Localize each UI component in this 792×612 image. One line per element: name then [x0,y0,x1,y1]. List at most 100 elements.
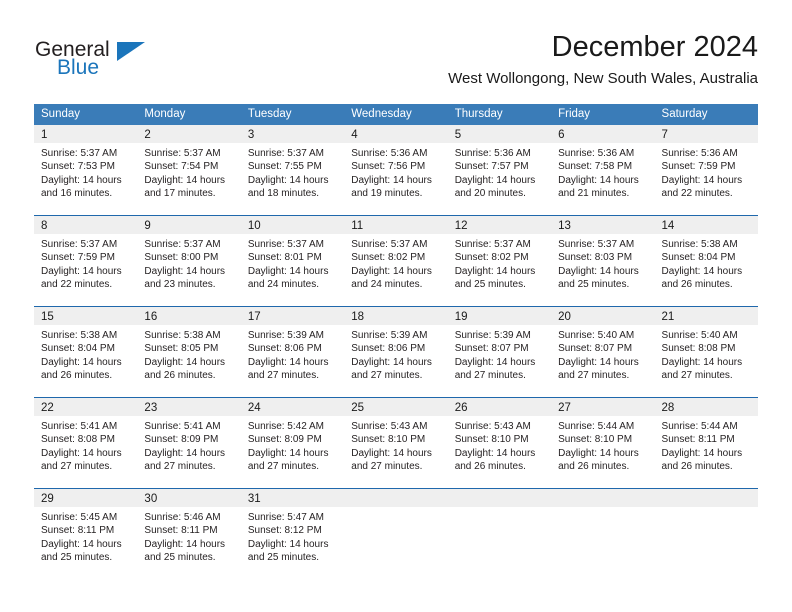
day-cell[interactable]: 7 Sunrise: 5:36 AM Sunset: 7:59 PM Dayli… [654,125,758,215]
sunrise-text: Sunrise: 5:38 AM [144,330,221,341]
sunrise-text: Sunrise: 5:44 AM [661,421,738,432]
day-number: 15 [41,311,54,323]
daylight-text2: and 27 minutes. [144,461,216,473]
day-number: 4 [351,129,358,141]
daylight-text: Daylight: 14 hours [558,447,639,459]
day-number: 21 [661,311,675,323]
day-details: Sunrise: 5:41 AM Sunset: 8:09 PM Dayligh… [137,416,240,474]
sunrise-text: Sunrise: 5:40 AM [661,330,738,341]
sunrise-text: Sunrise: 5:39 AM [454,330,531,341]
day-number: 8 [41,220,48,232]
daylight-text2: and 26 minutes. [558,461,630,473]
daylight-text: Daylight: 14 hours [351,174,432,186]
daylight-text2: and 25 minutes. [558,279,630,291]
day-number-band: 25 [344,398,448,416]
sunset-text: Sunset: 8:07 PM [558,343,633,355]
day-number: 31 [247,493,261,505]
daylight-text: Daylight: 14 hours [558,174,639,186]
calendar-page: General Blue December 2024 West Wollongo… [0,0,792,612]
day-cell[interactable]: 1 Sunrise: 5:37 AM Sunset: 7:53 PM Dayli… [34,125,138,215]
day-cell[interactable]: 12 Sunrise: 5:37 AM Sunset: 8:02 PM Dayl… [447,216,552,306]
day-cell[interactable]: 31 Sunrise: 5:47 AM Sunset: 8:12 PM Dayl… [240,489,345,579]
weekday-header-sunday: Sunday [41,108,81,120]
day-number: 17 [247,311,261,323]
day-cell[interactable]: 2 Sunrise: 5:37 AM Sunset: 7:54 PM Dayli… [137,125,241,215]
day-details: Sunrise: 5:44 AM Sunset: 8:11 PM Dayligh… [655,416,758,474]
sunrise-text: Sunrise: 5:37 AM [454,239,531,250]
sunset-text: Sunset: 8:05 PM [144,343,219,355]
day-number: 28 [661,402,675,414]
daylight-text2: and 25 minutes. [247,552,320,564]
day-details: Sunrise: 5:37 AM Sunset: 8:00 PM Dayligh… [137,234,240,292]
day-details: Sunrise: 5:37 AM Sunset: 8:01 PM Dayligh… [241,234,344,292]
weekday-header-monday: Monday [144,108,186,120]
daylight-text2: and 26 minutes. [661,461,733,473]
day-cell[interactable]: 18 Sunrise: 5:39 AM Sunset: 8:06 PM Dayl… [344,307,448,397]
day-cell[interactable]: 17 Sunrise: 5:39 AM Sunset: 8:06 PM Dayl… [240,307,345,397]
day-cell[interactable]: 20 Sunrise: 5:40 AM Sunset: 8:07 PM Dayl… [551,307,655,397]
day-cell[interactable]: 22 Sunrise: 5:41 AM Sunset: 8:08 PM Dayl… [34,398,138,488]
day-cell[interactable]: 10 Sunrise: 5:37 AM Sunset: 8:01 PM Dayl… [240,216,345,306]
day-cell[interactable]: 25 Sunrise: 5:43 AM Sunset: 8:10 PM Dayl… [344,398,448,488]
daylight-text: Daylight: 14 hours [41,538,122,550]
day-number: 5 [454,129,462,141]
sunrise-text: Sunrise: 5:37 AM [558,239,635,250]
day-details: Sunrise: 5:37 AM Sunset: 7:59 PM Dayligh… [34,234,137,292]
day-cell[interactable]: 24 Sunrise: 5:42 AM Sunset: 8:09 PM Dayl… [240,398,345,488]
day-number-band: 29 [34,489,138,507]
daylight-text: Daylight: 14 hours [144,538,226,550]
day-cell[interactable]: 14 Sunrise: 5:38 AM Sunset: 8:04 PM Dayl… [654,216,758,306]
day-cell[interactable]: 15 Sunrise: 5:38 AM Sunset: 8:04 PM Dayl… [34,307,138,397]
day-cell[interactable]: 28 Sunrise: 5:44 AM Sunset: 8:11 PM Dayl… [654,398,758,488]
sunset-text: Sunset: 8:10 PM [454,434,529,446]
day-details: Sunrise: 5:37 AM Sunset: 7:55 PM Dayligh… [241,143,344,201]
day-cell[interactable]: 11 Sunrise: 5:37 AM Sunset: 8:02 PM Dayl… [344,216,448,306]
daylight-text: Daylight: 14 hours [247,538,329,550]
day-number: 26 [454,402,468,414]
daylight-text2: and 18 minutes. [247,188,320,200]
daylight-text2: and 27 minutes. [661,370,733,382]
day-number-band: 10 [240,216,345,234]
day-cell[interactable]: 6 Sunrise: 5:36 AM Sunset: 7:58 PM Dayli… [551,125,655,215]
day-number: 11 [351,220,364,232]
daylight-text: Daylight: 14 hours [247,265,329,277]
weekday-header-friday: Friday [558,108,591,120]
sunset-text: Sunset: 8:06 PM [247,343,322,355]
day-details: Sunrise: 5:40 AM Sunset: 8:08 PM Dayligh… [655,325,758,383]
day-details: Sunrise: 5:36 AM Sunset: 7:57 PM Dayligh… [448,143,551,201]
day-number-band: 3 [240,125,345,143]
day-cell[interactable]: 16 Sunrise: 5:38 AM Sunset: 8:05 PM Dayl… [137,307,241,397]
day-cell[interactable]: 4 Sunrise: 5:36 AM Sunset: 7:56 PM Dayli… [344,125,448,215]
day-cell[interactable]: 21 Sunrise: 5:40 AM Sunset: 8:08 PM Dayl… [654,307,758,397]
day-details: Sunrise: 5:42 AM Sunset: 8:09 PM Dayligh… [241,416,344,474]
day-cell[interactable]: 13 Sunrise: 5:37 AM Sunset: 8:03 PM Dayl… [551,216,655,306]
sunset-text: Sunset: 8:09 PM [247,434,322,446]
day-number-band: 20 [551,307,655,325]
day-cell[interactable]: 29 Sunrise: 5:45 AM Sunset: 8:11 PM Dayl… [34,489,138,579]
day-cell[interactable]: 26 Sunrise: 5:43 AM Sunset: 8:10 PM Dayl… [447,398,552,488]
day-cell[interactable]: 27 Sunrise: 5:44 AM Sunset: 8:10 PM Dayl… [551,398,655,488]
day-details: Sunrise: 5:46 AM Sunset: 8:11 PM Dayligh… [137,507,240,565]
sunset-text: Sunset: 8:11 PM [144,525,218,537]
day-number-band: 6 [551,125,655,143]
page-subtitle: West Wollongong, New South Wales, Austra… [448,70,758,87]
day-details: Sunrise: 5:36 AM Sunset: 7:58 PM Dayligh… [551,143,654,201]
sunset-text: Sunset: 8:09 PM [144,434,219,446]
daylight-text: Daylight: 14 hours [558,356,639,368]
sunrise-text: Sunrise: 5:37 AM [41,148,118,159]
sunset-text: Sunset: 7:54 PM [144,161,219,173]
day-cell[interactable]: 9 Sunrise: 5:37 AM Sunset: 8:00 PM Dayli… [137,216,241,306]
day-cell[interactable]: 19 Sunrise: 5:39 AM Sunset: 8:07 PM Dayl… [447,307,552,397]
day-cell[interactable]: 8 Sunrise: 5:37 AM Sunset: 7:59 PM Dayli… [34,216,138,306]
sunset-text: Sunset: 8:01 PM [247,252,322,264]
sunrise-text: Sunrise: 5:39 AM [351,330,428,341]
daylight-text2: and 20 minutes. [454,188,526,200]
sunset-text: Sunset: 8:11 PM [661,434,735,446]
title-block: December 2024 West Wollongong, New South… [448,30,758,90]
day-cell[interactable]: 5 Sunrise: 5:36 AM Sunset: 7:57 PM Dayli… [447,125,552,215]
day-cell[interactable]: 23 Sunrise: 5:41 AM Sunset: 8:09 PM Dayl… [137,398,241,488]
day-cell[interactable]: 3 Sunrise: 5:37 AM Sunset: 7:55 PM Dayli… [240,125,345,215]
daylight-text2: and 25 minutes. [144,552,216,564]
day-cell[interactable]: 30 Sunrise: 5:46 AM Sunset: 8:11 PM Dayl… [137,489,241,579]
sunset-text: Sunset: 8:12 PM [247,525,322,537]
